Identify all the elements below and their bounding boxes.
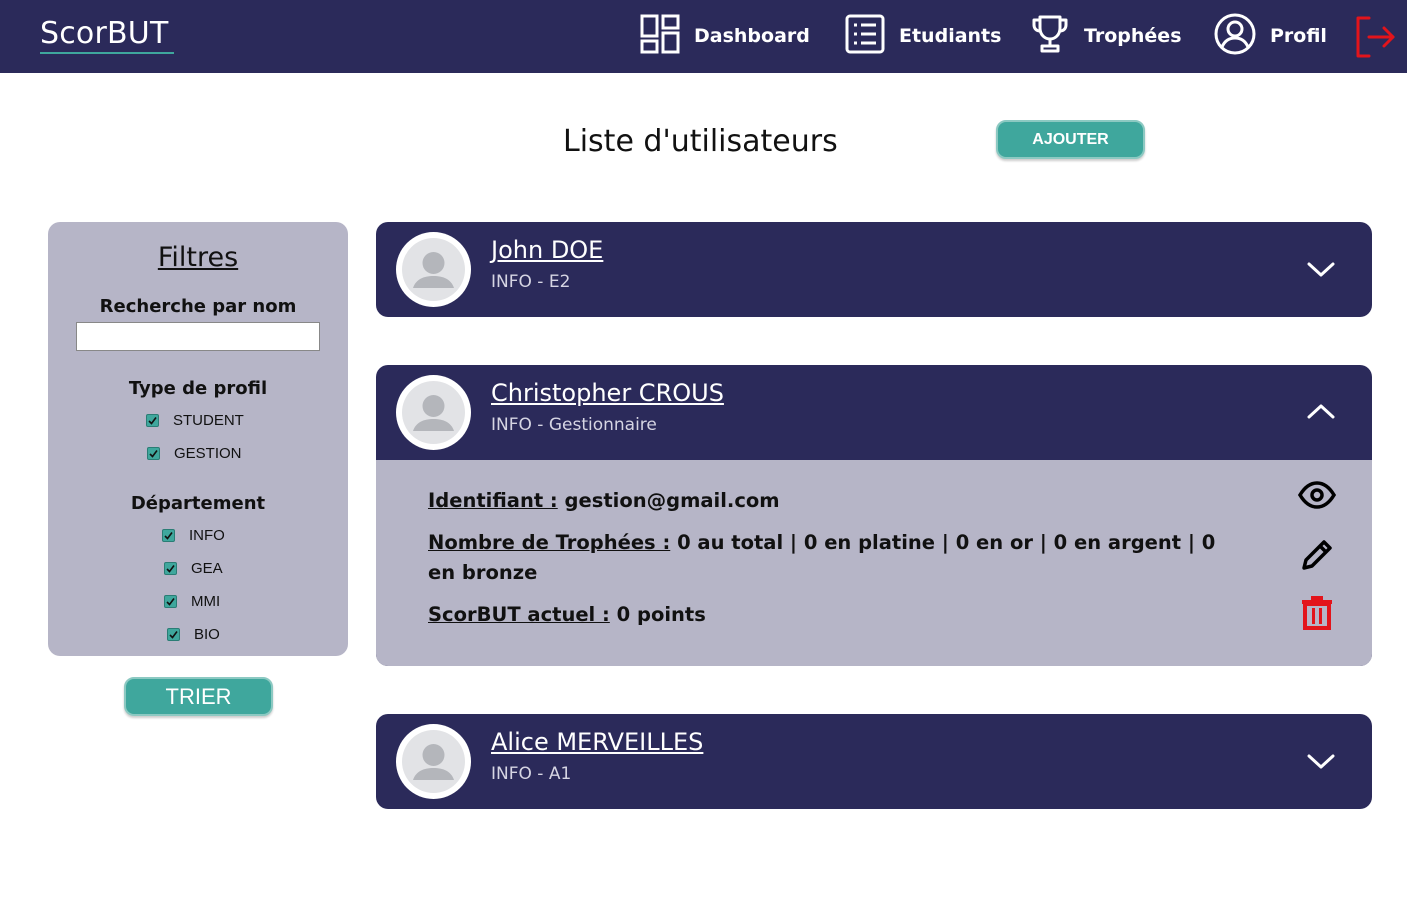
detail-identifiant: Identifiant : gestion@gmail.com — [428, 486, 1228, 516]
nav-dashboard[interactable]: Dashboard — [640, 14, 810, 58]
edit-icon-button[interactable] — [1300, 538, 1334, 576]
filters-panel: Filtres Recherche par nom Type de profil… — [48, 222, 348, 656]
checkbox-bio[interactable] — [167, 628, 180, 641]
detail-identifiant-key: Identifiant : — [428, 489, 558, 512]
user-name[interactable]: John DOE — [491, 236, 603, 264]
trash-icon — [1302, 596, 1332, 630]
logout-button[interactable] — [1353, 15, 1397, 59]
collapse-button[interactable] — [1304, 397, 1338, 427]
filter-info[interactable]: INFO — [162, 527, 225, 544]
trophy-icon — [1030, 14, 1084, 59]
detail-score: ScorBUT actuel : 0 points — [428, 600, 1228, 630]
user-card: Alice MERVEILLES INFO - A1 — [376, 714, 1372, 809]
avatar — [396, 232, 471, 307]
eye-icon — [1297, 481, 1337, 509]
search-input[interactable] — [76, 322, 320, 351]
user-card-header[interactable]: Christopher CROUS INFO - Gestionnaire — [376, 365, 1372, 460]
user-circle-icon — [1214, 13, 1270, 60]
nav-etudiants-label: Etudiants — [899, 25, 1002, 47]
nav-profil[interactable]: Profil — [1214, 13, 1327, 60]
dashboard-icon — [640, 14, 694, 59]
check-icon — [166, 565, 175, 573]
nav-trophees[interactable]: Trophées — [1030, 14, 1182, 58]
navbar: ScorBUT Dashboard Etudiants Trophées Pro… — [0, 0, 1407, 73]
check-icon — [164, 532, 173, 540]
avatar-placeholder-icon — [402, 730, 465, 793]
avatar — [396, 724, 471, 799]
profile-type-label: Type de profil — [128, 378, 268, 399]
nav-dashboard-label: Dashboard — [694, 25, 810, 47]
detail-trophees-key: Nombre de Trophées : — [428, 531, 671, 554]
user-card-header[interactable]: Alice MERVEILLES INFO - A1 — [376, 714, 1372, 809]
detail-trophees: Nombre de Trophées : 0 au total | 0 en p… — [428, 528, 1238, 588]
user-details: Identifiant : gestion@gmail.com Nombre d… — [376, 460, 1372, 666]
avatar-placeholder-icon — [402, 381, 465, 444]
checkbox-gea[interactable] — [164, 562, 177, 575]
filter-gestion[interactable]: GESTION — [147, 445, 242, 462]
sort-button[interactable]: TRIER — [124, 677, 273, 716]
add-user-button[interactable]: AJOUTER — [996, 120, 1145, 159]
view-button[interactable] — [1297, 480, 1337, 514]
logo[interactable]: ScorBUT — [40, 16, 169, 51]
user-subtitle: INFO - Gestionnaire — [491, 415, 657, 435]
nav-trophees-label: Trophées — [1084, 25, 1182, 47]
user-subtitle: INFO - A1 — [491, 764, 572, 784]
check-icon — [149, 450, 158, 458]
avatar — [396, 375, 471, 450]
nav-profil-label: Profil — [1270, 25, 1327, 47]
user-card-header[interactable]: John DOE INFO - E2 — [376, 222, 1372, 317]
detail-identifiant-value: gestion@gmail.com — [564, 489, 780, 512]
user-card: John DOE INFO - E2 — [376, 222, 1372, 317]
filter-student-label: STUDENT — [173, 412, 244, 429]
check-icon — [148, 417, 157, 425]
user-card: Christopher CROUS INFO - Gestionnaire Id… — [376, 365, 1372, 666]
chevron-up-icon — [1307, 404, 1335, 419]
filter-bio[interactable]: BIO — [167, 626, 220, 643]
filter-bio-label: BIO — [194, 626, 220, 643]
detail-score-key: ScorBUT actuel : — [428, 603, 610, 626]
checkbox-gestion[interactable] — [147, 447, 160, 460]
filter-mmi[interactable]: MMI — [164, 593, 220, 610]
department-label: Département — [130, 493, 266, 514]
filter-student[interactable]: STUDENT — [146, 412, 244, 429]
user-name[interactable]: Alice MERVEILLES — [491, 728, 703, 756]
detail-score-value: 0 points — [616, 603, 706, 626]
chevron-down-icon — [1307, 754, 1335, 769]
checkbox-mmi[interactable] — [164, 595, 177, 608]
filter-gea-label: GEA — [191, 560, 223, 577]
expand-button[interactable] — [1304, 254, 1338, 284]
pencil-icon — [1302, 540, 1332, 570]
check-icon — [166, 598, 175, 606]
chevron-down-icon — [1307, 262, 1335, 277]
page-title: Liste d'utilisateurs — [563, 124, 838, 159]
filters-title: Filtres — [157, 242, 239, 273]
avatar-placeholder-icon — [402, 238, 465, 301]
checkbox-student[interactable] — [146, 414, 159, 427]
delete-button[interactable] — [1300, 594, 1334, 634]
filter-gea[interactable]: GEA — [164, 560, 223, 577]
nav-etudiants[interactable]: Etudiants — [845, 14, 1001, 58]
expand-button[interactable] — [1304, 746, 1338, 776]
filter-gestion-label: GESTION — [174, 445, 242, 462]
checkbox-info[interactable] — [162, 529, 175, 542]
user-subtitle: INFO - E2 — [491, 272, 571, 292]
user-name[interactable]: Christopher CROUS — [491, 379, 724, 407]
filter-info-label: INFO — [189, 527, 225, 544]
check-icon — [169, 631, 178, 639]
logo-underline — [40, 52, 174, 54]
list-icon — [845, 14, 899, 59]
filter-mmi-label: MMI — [191, 593, 221, 610]
logout-icon — [1353, 16, 1397, 63]
search-label: Recherche par nom — [99, 296, 297, 317]
